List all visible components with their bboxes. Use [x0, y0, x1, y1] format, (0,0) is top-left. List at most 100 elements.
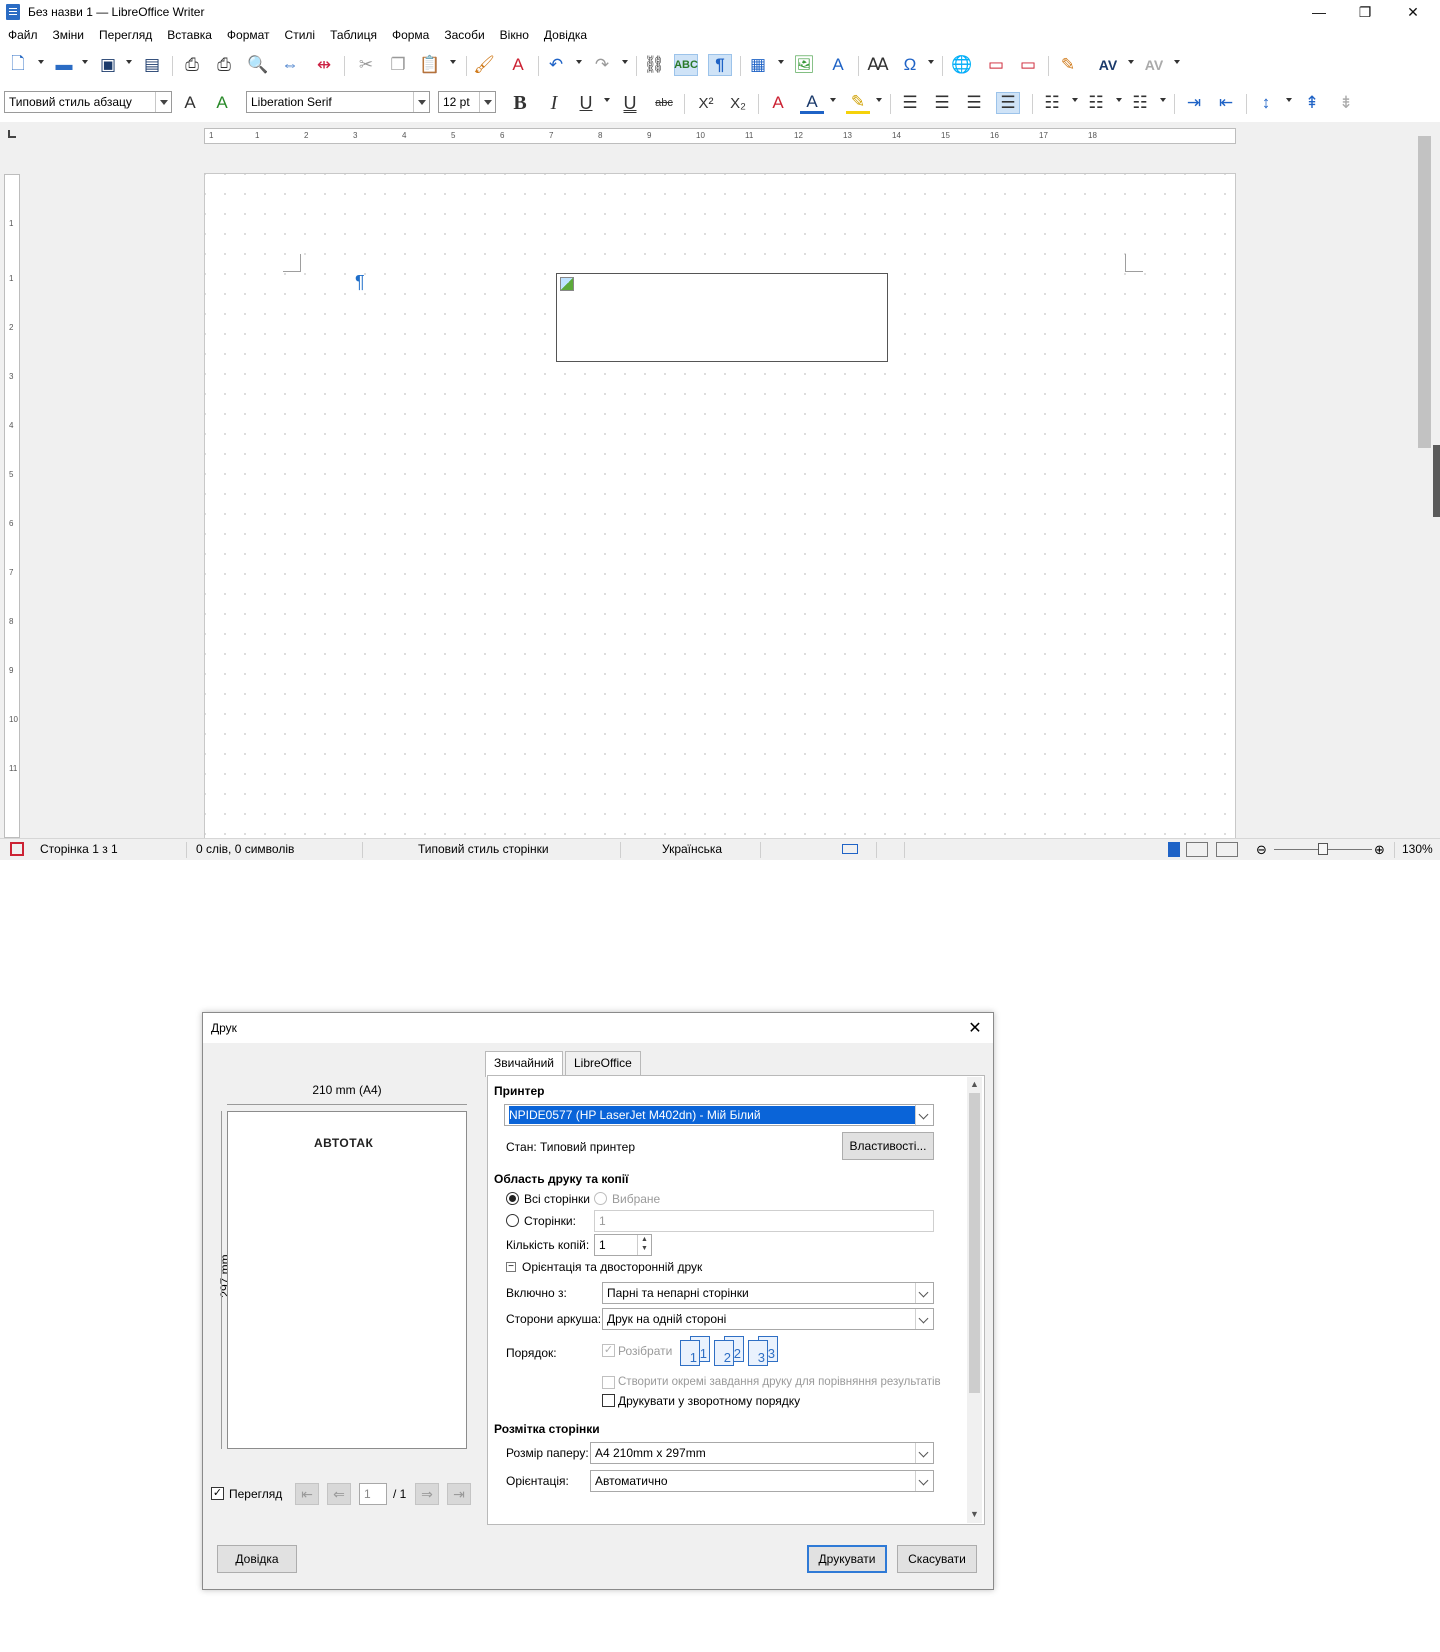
scroll-up-icon[interactable]: ▲ [970, 1079, 979, 1089]
open-folder-icon[interactable]: ▬ [52, 54, 76, 76]
bold-button[interactable]: B [508, 92, 532, 114]
vertical-scrollbar[interactable] [1416, 122, 1433, 838]
spacing2-dropdown-arrow[interactable] [1174, 60, 1180, 64]
collapse-icon[interactable]: − [506, 1262, 516, 1272]
show-preview-checkbox[interactable]: ✓ [211, 1487, 224, 1500]
redo-icon[interactable]: ↷ [590, 54, 614, 76]
close-button[interactable]: ✕ [1390, 0, 1436, 24]
include-select[interactable]: Парні та непарні сторінки [602, 1282, 934, 1304]
menu-view[interactable]: Перегляд [99, 28, 152, 42]
status-word-count[interactable]: 0 слів, 0 символів [196, 842, 294, 856]
clear-formatting-icon[interactable]: A [506, 54, 530, 76]
save-dropdown-arrow[interactable] [126, 60, 132, 64]
pages-radio[interactable] [506, 1214, 519, 1227]
spellcheck-icon[interactable]: ABC [674, 54, 698, 76]
font-color-icon[interactable]: A [800, 92, 824, 114]
maximize-button[interactable]: ❐ [1342, 0, 1388, 24]
table-dropdown-arrow[interactable] [778, 60, 784, 64]
insert-image-icon[interactable]: 🖼 [792, 54, 816, 76]
all-pages-radio[interactable] [506, 1192, 519, 1205]
chevron-down-icon[interactable] [155, 92, 171, 112]
insert-table-icon[interactable]: ▦ [746, 54, 770, 76]
orientation-duplex-expander[interactable]: Орієнтація та двосторонній друк [522, 1260, 702, 1274]
paragraph-mark[interactable]: ¶ [355, 272, 365, 293]
comment-icon[interactable]: ▭ [1016, 54, 1040, 76]
image-frame[interactable] [556, 273, 888, 362]
single-page-view-icon[interactable] [1168, 842, 1180, 857]
font-name-select[interactable]: Liberation Serif [246, 91, 430, 113]
line-spacing-dropdown-arrow[interactable] [1286, 98, 1292, 102]
chevron-down-icon[interactable] [915, 1105, 933, 1125]
clone-formatting-icon[interactable]: 🖌 [472, 54, 496, 76]
outline-dropdown-arrow[interactable] [1160, 98, 1166, 102]
print-direct-icon[interactable]: ⎙ [212, 54, 236, 76]
page-break-icon[interactable]: ⇹ [312, 54, 336, 76]
book-view-icon[interactable] [1216, 842, 1238, 857]
subscript-button[interactable]: X₂ [726, 92, 750, 114]
track-changes-icon[interactable]: ✎ [1056, 54, 1080, 76]
align-right-icon[interactable]: ☰ [962, 92, 986, 114]
document-page[interactable]: ¶ [204, 173, 1236, 838]
copy-icon[interactable]: ❐ [386, 54, 410, 76]
page-layout-icon[interactable]: ⇔ [278, 54, 302, 76]
find-replace-icon[interactable]: ⛓ [642, 54, 666, 76]
undo-icon[interactable]: ↶ [544, 54, 568, 76]
zoom-out-icon[interactable]: ⊖ [1256, 842, 1267, 858]
scroll-down-icon[interactable]: ▼ [970, 1509, 979, 1519]
show-preview-label[interactable]: Перегляд [229, 1487, 282, 1501]
minimize-button[interactable]: — [1296, 0, 1342, 24]
printer-properties-button[interactable]: Властивості... [842, 1132, 934, 1160]
align-left-icon[interactable]: ☰ [898, 92, 922, 114]
status-language[interactable]: Українська [662, 842, 722, 856]
reverse-order-checkbox[interactable] [602, 1394, 615, 1407]
character-spacing-disabled-icon[interactable]: AV [1142, 54, 1166, 76]
double-underline-button[interactable]: U [618, 92, 642, 114]
italic-button[interactable]: I [542, 92, 566, 114]
new-style-icon[interactable]: A [210, 92, 234, 114]
menu-edit[interactable]: Зміни [53, 28, 85, 42]
sides-select[interactable]: Друк на одній стороні [602, 1308, 934, 1330]
horizontal-ruler[interactable]: 1 1 2 3 4 5 6 7 8 9 10 11 12 13 14 15 16 17 18 [204, 128, 1236, 144]
next-page-button[interactable]: ⇒ [415, 1483, 439, 1505]
highlight-dropdown-arrow[interactable] [876, 98, 882, 102]
copies-spinner[interactable]: 1 ▲ ▼ [594, 1234, 652, 1256]
chevron-down-icon[interactable] [413, 92, 429, 112]
orientation-select[interactable]: Автоматично [590, 1470, 934, 1492]
zoom-level[interactable]: 130% [1402, 842, 1433, 856]
numbered-dropdown-arrow[interactable] [1116, 98, 1122, 102]
menu-window[interactable]: Вікно [500, 28, 529, 42]
open-dropdown-arrow[interactable] [82, 60, 88, 64]
omega-icon[interactable]: Ω [898, 54, 922, 76]
vertical-ruler[interactable]: 1 1 2 3 4 5 6 7 8 9 10 11 [4, 174, 20, 838]
document-modified-icon[interactable] [10, 842, 24, 856]
zoom-in-icon[interactable]: ⊕ [1374, 842, 1385, 858]
highlight-icon[interactable]: ✎ [846, 92, 870, 114]
zoom-slider-handle[interactable] [1318, 843, 1328, 855]
export-pdf-icon[interactable]: ▤ [140, 54, 164, 76]
menu-file[interactable]: Файл [8, 28, 38, 42]
tab-libreoffice-writer[interactable]: LibreOffice Writer [565, 1051, 641, 1092]
paste-icon[interactable]: 📋 [418, 54, 442, 76]
spinner-arrows-icon[interactable]: ▲ ▼ [637, 1235, 651, 1255]
multi-page-view-icon[interactable] [1186, 842, 1208, 857]
menu-help[interactable]: Довідка [544, 28, 587, 42]
status-page[interactable]: Сторінка 1 з 1 [40, 842, 118, 856]
status-page-style[interactable]: Типовий стиль сторінки [418, 842, 549, 856]
undo-dropdown-arrow[interactable] [576, 60, 582, 64]
selection-radio[interactable] [594, 1192, 607, 1205]
reverse-order-label[interactable]: Друкувати у зворотному порядку [618, 1394, 800, 1408]
last-page-button[interactable]: ⇥ [447, 1483, 471, 1505]
separate-jobs-checkbox[interactable] [602, 1376, 615, 1389]
redo-dropdown-arrow[interactable] [622, 60, 628, 64]
formatting-marks-icon[interactable]: ¶ [708, 54, 732, 76]
new-dropdown-arrow[interactable] [38, 60, 44, 64]
cancel-button[interactable]: Скасувати [897, 1545, 977, 1573]
menu-table[interactable]: Таблиця [330, 28, 377, 42]
hyperlink-icon[interactable]: 🌐 [950, 54, 974, 76]
print-preview-icon[interactable]: 🔍 [246, 54, 270, 76]
update-style-icon[interactable]: A [178, 92, 202, 114]
collate-checkbox[interactable]: ✓ [602, 1344, 615, 1357]
dialog-close-button[interactable]: ✕ [963, 1016, 987, 1040]
numbered-list-icon[interactable]: ☷ [1084, 92, 1108, 114]
print-button[interactable]: Друкувати [807, 1545, 887, 1573]
